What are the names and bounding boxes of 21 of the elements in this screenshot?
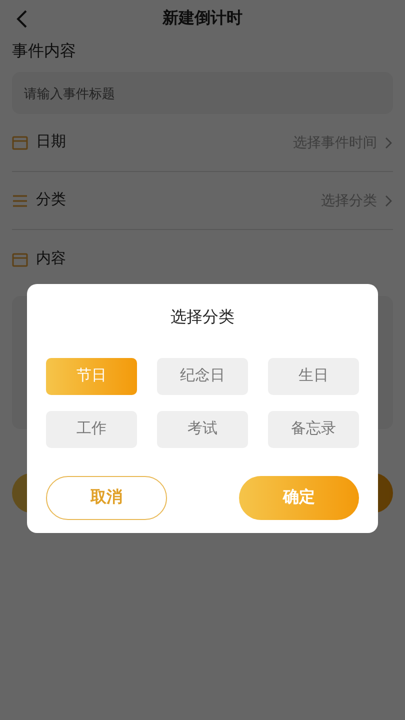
chevron-icon [385, 136, 393, 148]
list-icon [12, 194, 28, 208]
back-icon[interactable] [16, 10, 28, 28]
row-label: 日期 [36, 132, 66, 152]
calendar-icon [12, 252, 28, 266]
category-option[interactable]: 工作 [46, 411, 137, 448]
category-option[interactable]: 考试 [157, 411, 248, 448]
page-title: 新建倒计时 [162, 8, 242, 29]
title-field[interactable]: 请输入事件标题 [12, 72, 393, 114]
calendar-icon [12, 135, 28, 150]
cancel-button[interactable]: 取消 [46, 476, 167, 520]
chevron-icon [385, 194, 393, 206]
row-label: 分类 [36, 190, 66, 210]
category-option[interactable]: 纪念日 [157, 358, 248, 395]
category-option[interactable]: 节日 [46, 358, 137, 395]
dialog-title: 选择分类 [170, 308, 234, 328]
section-label: 事件内容 [12, 42, 76, 62]
row-label: 内容 [36, 248, 66, 269]
category-option[interactable]: 生日 [268, 358, 359, 395]
category-option[interactable]: 备忘录 [268, 411, 359, 448]
confirm-button[interactable]: 确定 [239, 476, 359, 520]
